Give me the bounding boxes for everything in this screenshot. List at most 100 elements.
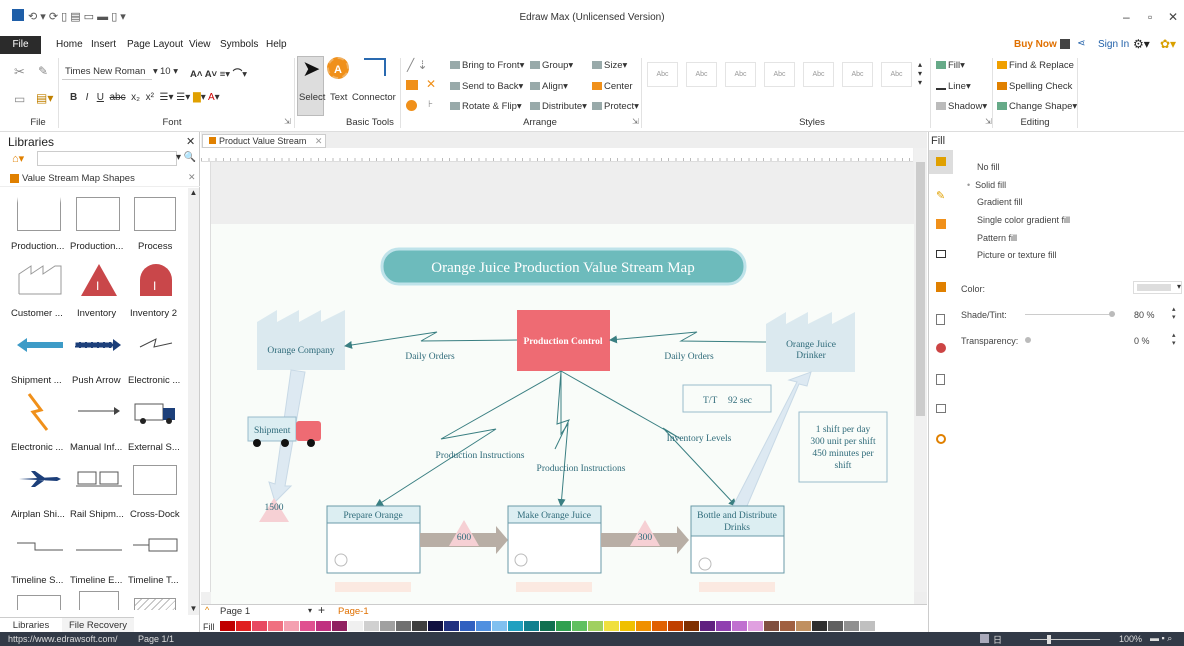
color-swatch[interactable] <box>732 621 747 631</box>
color-swatch[interactable] <box>284 621 299 631</box>
globe-tab-icon[interactable] <box>936 343 946 353</box>
share-icon[interactable]: ⋖ <box>1077 38 1085 49</box>
push-arrow-shape[interactable] <box>75 338 121 352</box>
buy-now-link[interactable]: Buy Now <box>1014 39 1057 50</box>
line-tab-icon[interactable]: ✎ <box>936 189 945 202</box>
color-swatch[interactable] <box>556 621 571 631</box>
airplane-shipment-shape[interactable] <box>17 470 61 488</box>
color-swatch[interactable] <box>252 621 267 631</box>
fit-page-icon[interactable] <box>980 634 989 643</box>
timeline-end-shape[interactable] <box>76 540 122 552</box>
color-palette[interactable] <box>220 621 920 631</box>
add-page-icon[interactable]: + <box>318 603 325 617</box>
shadow-tab-icon[interactable] <box>936 219 946 229</box>
color-swatch[interactable] <box>620 621 635 631</box>
text-tool-label[interactable]: Text <box>330 92 347 103</box>
color-swatch[interactable] <box>508 621 523 631</box>
canvas-vscroll-thumb[interactable] <box>916 162 925 416</box>
shade-spinner-icon[interactable]: ▴ ▾ <box>1172 306 1176 322</box>
color-swatch[interactable] <box>364 621 379 631</box>
page-tab-1[interactable]: Page 1 <box>220 606 250 617</box>
style-swatch-3[interactable]: Abc <box>725 62 756 87</box>
color-swatch[interactable] <box>396 621 411 631</box>
fill-option-solid[interactable]: • Solid fill <box>967 180 1006 190</box>
color-swatch[interactable] <box>300 621 315 631</box>
color-swatch[interactable] <box>844 621 859 631</box>
timeline-total-shape[interactable] <box>133 537 179 553</box>
connector-tool-label[interactable]: Connector <box>352 92 396 103</box>
color-swatch[interactable] <box>444 621 459 631</box>
group-button[interactable]: Group▾ <box>530 60 573 71</box>
format-painter-icon[interactable]: ✎ <box>38 64 48 78</box>
color-swatch[interactable] <box>572 621 587 631</box>
partial-shape-1[interactable] <box>17 595 61 610</box>
new-icon[interactable]: ▭ <box>14 92 25 106</box>
font-format-tools-row1[interactable]: A˄ A˅ ≡▾ ⌒▾ <box>190 66 247 80</box>
line-tool-icon[interactable]: ╱ ⇣ <box>407 58 428 72</box>
libraries-tab[interactable]: Libraries <box>0 617 62 632</box>
color-swatch[interactable] <box>220 621 235 631</box>
distribute-button[interactable]: Distribute▾ <box>530 101 587 112</box>
align-button[interactable]: Align▾ <box>530 81 568 92</box>
color-swatch[interactable] <box>524 621 539 631</box>
fill-option-picture[interactable]: Picture or texture fill <box>977 250 1057 260</box>
menu-view[interactable]: View <box>189 39 211 50</box>
partial-shape-2[interactable] <box>79 591 119 610</box>
color-swatch[interactable] <box>828 621 843 631</box>
color-picker[interactable]: ▾ <box>1133 281 1182 294</box>
library-search-input[interactable] <box>37 151 177 166</box>
settings-icon[interactable]: ⚙▾ <box>1133 37 1150 51</box>
font-size-select[interactable]: 10 ▾ <box>160 66 178 77</box>
image-tab-icon[interactable] <box>936 250 946 258</box>
data-box-partial-2[interactable] <box>516 582 592 592</box>
inventory-shape[interactable]: I <box>79 262 119 298</box>
style-swatch-1[interactable]: Abc <box>647 62 678 87</box>
partial-shape-3[interactable] <box>134 598 176 610</box>
color-swatch[interactable] <box>716 621 731 631</box>
electronic-flow-shape[interactable] <box>25 392 51 432</box>
data-box-partial-3[interactable] <box>699 582 775 592</box>
zoom-slider-handle[interactable] <box>1047 635 1051 644</box>
category-close-icon[interactable]: ✕ <box>188 172 196 183</box>
shadow-button[interactable]: Shadow▾ <box>936 101 987 112</box>
minimize-button[interactable]: – <box>1123 10 1130 24</box>
color-swatch[interactable] <box>796 621 811 631</box>
color-swatch[interactable] <box>652 621 667 631</box>
color-swatch[interactable] <box>668 621 683 631</box>
layout-icon[interactable]: 日 <box>993 633 1002 646</box>
menu-help[interactable]: Help <box>266 39 287 50</box>
presentation-tab-icon[interactable] <box>936 404 946 413</box>
color-swatch[interactable] <box>780 621 795 631</box>
library-scroll-up[interactable]: ▲ <box>188 188 199 199</box>
prod-instruction-line-1[interactable] <box>375 370 562 507</box>
text-tool-icon[interactable]: A <box>327 57 349 79</box>
color-swatch[interactable] <box>700 621 715 631</box>
color-swatch[interactable] <box>268 621 283 631</box>
file-recovery-tab[interactable]: File Recovery <box>62 617 134 632</box>
color-swatch[interactable] <box>460 621 475 631</box>
fill-option-pattern[interactable]: Pattern fill <box>977 233 1017 243</box>
shipment-arrow-shape[interactable] <box>17 337 63 353</box>
close-shape-icon[interactable]: ✕ <box>426 77 436 91</box>
document-tab-close-icon[interactable]: ✕ <box>315 136 323 146</box>
theme-icon[interactable]: ✿▾ <box>1160 37 1176 51</box>
color-swatch[interactable] <box>588 621 603 631</box>
color-swatch[interactable] <box>860 621 875 631</box>
library-scroll-down[interactable]: ▼ <box>188 604 199 615</box>
fill-button[interactable]: Fill▾ <box>936 60 965 71</box>
page-list-icon[interactable]: ^ <box>205 605 209 615</box>
restore-button[interactable]: ▫ <box>1148 10 1152 24</box>
transparency-spinner-icon[interactable]: ▴ ▾ <box>1172 332 1176 348</box>
color-swatch[interactable] <box>540 621 555 631</box>
color-swatch[interactable] <box>764 621 779 631</box>
color-swatch[interactable] <box>236 621 251 631</box>
supplier-factory[interactable] <box>257 310 345 370</box>
send-to-back-button[interactable]: Send to Back▾ <box>450 81 523 92</box>
file-menu[interactable]: File <box>0 36 41 54</box>
menu-home[interactable]: Home <box>56 39 83 50</box>
daily-orders-left-line[interactable] <box>344 331 518 349</box>
shade-tint-value[interactable]: 80 % <box>1134 310 1155 320</box>
fill-option-single-gradient[interactable]: Single color gradient fill <box>977 215 1070 225</box>
color-swatch[interactable] <box>684 621 699 631</box>
value-stream-diagram[interactable]: Orange Juice Production Value Stream Map… <box>211 224 914 592</box>
